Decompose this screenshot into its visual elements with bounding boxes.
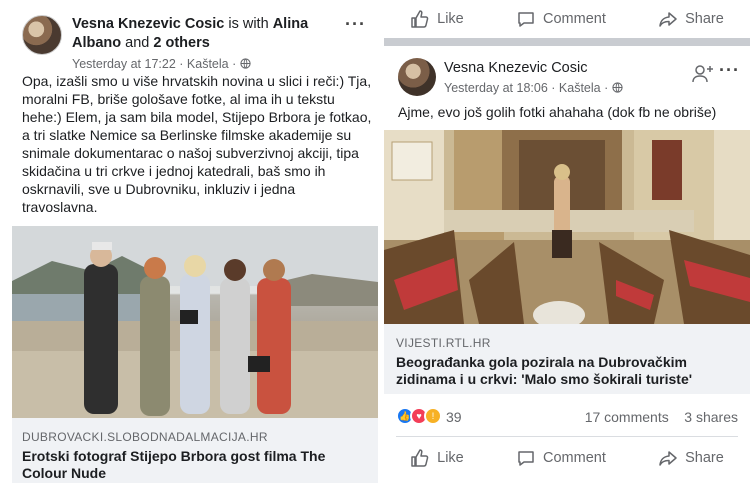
post-author-line: Vesna Knezevic Cosic Yesterday at 18:06 … — [444, 59, 623, 97]
share-button[interactable]: Share — [658, 9, 724, 29]
shares-count[interactable]: 3 shares — [684, 409, 738, 425]
globe-icon — [240, 58, 251, 69]
location[interactable]: Kaštela — [187, 57, 229, 71]
divider — [396, 436, 738, 437]
right-post: Like Comment Share Vesna Knezevic Cosic … — [384, 0, 750, 483]
others-link[interactable]: 2 others — [153, 35, 209, 51]
reactions-bar: 👍 ♥ ! 39 17 comments 3 shares — [384, 402, 750, 432]
comments-count[interactable]: 17 comments — [585, 409, 669, 425]
like-label: Like — [437, 450, 464, 466]
location[interactable]: Kaštela — [559, 81, 601, 95]
comment-button[interactable]: Comment — [516, 448, 606, 468]
comment-label: Comment — [543, 11, 606, 27]
wow-reaction-icon: ! — [424, 407, 442, 425]
add-friend-icon[interactable] — [692, 64, 714, 84]
meta-dot: · — [604, 81, 612, 95]
avatar[interactable] — [398, 58, 436, 96]
post-header: Vesna Knezevic Cosic Yesterday at 18:06 … — [384, 46, 750, 102]
left-post: Vesna Knezevic Cosic is with Alina Alban… — [0, 0, 378, 483]
share-label: Share — [685, 450, 724, 466]
top-action-bar: Like Comment Share — [384, 0, 750, 38]
post-meta: Yesterday at 18:06 · Kaštela · — [444, 79, 623, 97]
thumbs-up-icon — [411, 10, 429, 28]
meta-dot: · — [179, 57, 187, 71]
like-button[interactable]: Like — [410, 9, 464, 29]
post-header: Vesna Knezevic Cosic is with Alina Alban… — [0, 0, 378, 71]
link-domain: VIJESTI.RTL.HR — [396, 336, 491, 350]
meta-dot: · — [232, 57, 240, 71]
share-icon — [659, 451, 677, 466]
share-label: Share — [685, 11, 724, 27]
timestamp[interactable]: Yesterday at 18:06 — [444, 81, 548, 95]
more-icon[interactable]: ··· — [719, 60, 740, 81]
comment-icon — [518, 451, 534, 466]
comment-button[interactable]: Comment — [516, 9, 606, 29]
link-title: Erotski fotograf Stijepo Brbora gost fil… — [22, 448, 326, 481]
stats-spacer — [673, 409, 681, 425]
comment-label: Comment — [543, 450, 606, 466]
post-separator — [384, 38, 750, 46]
more-icon[interactable]: ··· — [345, 14, 366, 35]
like-label: Like — [437, 11, 464, 27]
reaction-count[interactable]: 39 — [446, 409, 462, 425]
meta-dot: · — [551, 81, 559, 95]
globe-icon — [612, 82, 623, 93]
link-title: Beograđanka gola pozirala na Dubrovačkim… — [396, 354, 693, 387]
author-name[interactable]: Vesna Knezevic Cosic — [444, 60, 587, 76]
share-button[interactable]: Share — [658, 448, 724, 468]
post-author-line: Vesna Knezevic Cosic is with Alina Alban… — [72, 15, 332, 74]
comment-icon — [518, 12, 534, 27]
engagement-stats: 17 comments 3 shares — [585, 409, 738, 425]
link-preview[interactable]: VIJESTI.RTL.HR Beograđanka gola pozirala… — [384, 324, 750, 394]
share-icon — [659, 12, 677, 27]
post-body: Opa, izašli smo u više hrvatskih novina … — [22, 73, 372, 215]
with-text: is with — [228, 16, 269, 32]
author-name[interactable]: Vesna Knezevic Cosic — [72, 16, 224, 32]
and-text: and — [125, 35, 150, 51]
bottom-action-bar: Like Comment Share — [384, 439, 750, 477]
link-preview[interactable]: DUBROVACKI.SLOBODNADALMACIJA.HR Erotski … — [12, 418, 378, 483]
avatar[interactable] — [22, 15, 62, 55]
post-body: Ajme, evo još golih fotki ahahaha (dok f… — [398, 104, 717, 120]
post-photo[interactable] — [384, 130, 750, 324]
group-photo-illustration — [12, 226, 378, 418]
reaction-icons[interactable]: 👍 ♥ ! — [396, 407, 442, 425]
post-photo[interactable] — [12, 226, 378, 418]
link-domain: DUBROVACKI.SLOBODNADALMACIJA.HR — [22, 430, 268, 444]
thumbs-up-icon — [411, 449, 429, 467]
church-interior-illustration — [384, 130, 750, 324]
like-button[interactable]: Like — [410, 448, 464, 468]
timestamp[interactable]: Yesterday at 17:22 — [72, 57, 176, 71]
